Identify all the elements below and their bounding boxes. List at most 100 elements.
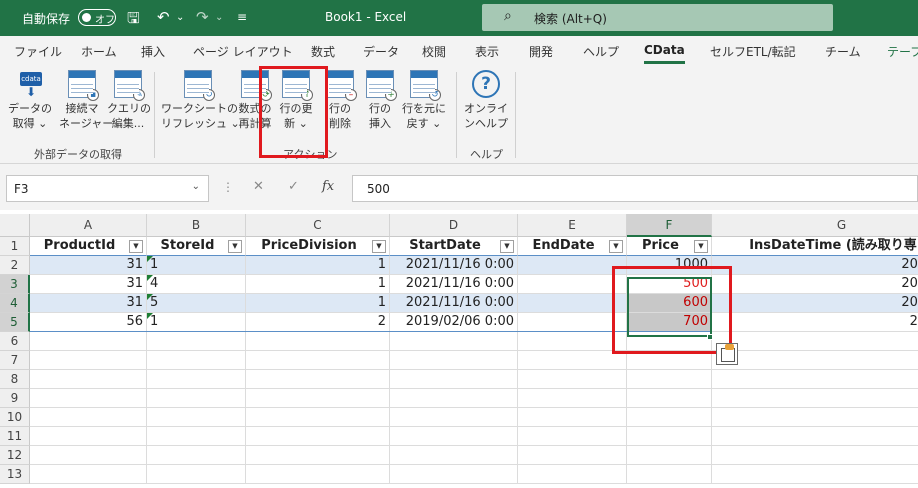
empty-cell[interactable]	[627, 446, 712, 465]
tab-help[interactable]: ヘルプ	[583, 43, 619, 60]
spreadsheet-grid[interactable]: A B C D E F G 1 2 3 4 5 6 7 8 9 10 11 12 13 ProductId ▼ StoreI…	[0, 214, 918, 488]
formula-input[interactable]: 500	[352, 175, 918, 202]
undo-dropdown-icon[interactable]: ⌄	[176, 12, 184, 23]
tab-insert[interactable]: 挿入	[141, 43, 165, 60]
empty-cell[interactable]	[30, 370, 147, 389]
empty-cell[interactable]	[627, 389, 712, 408]
empty-cell[interactable]	[518, 465, 627, 484]
row-header-1[interactable]: 1	[0, 237, 30, 256]
enter-icon[interactable]: ✓	[288, 179, 299, 194]
empty-cell[interactable]	[712, 332, 918, 351]
table-header-cell[interactable]: StoreId ▼	[147, 237, 246, 256]
row-header-3[interactable]: 3	[0, 275, 30, 294]
empty-cell[interactable]	[390, 351, 518, 370]
empty-cell[interactable]	[30, 389, 147, 408]
table-header-cell[interactable]: ProductId ▼	[30, 237, 147, 256]
empty-cell[interactable]	[30, 351, 147, 370]
tab-team[interactable]: チーム	[825, 43, 861, 60]
empty-cell[interactable]	[246, 408, 390, 427]
empty-cell[interactable]	[147, 446, 246, 465]
tab-self-etl[interactable]: セルフETL/転記	[710, 43, 796, 60]
row-header-11[interactable]: 11	[0, 427, 30, 446]
redo-icon[interactable]: ↷	[196, 8, 209, 26]
tab-data[interactable]: データ	[363, 43, 399, 60]
empty-cell[interactable]	[712, 446, 918, 465]
tab-developer[interactable]: 開発	[529, 43, 553, 60]
row-header-2[interactable]: 2	[0, 256, 30, 275]
filter-dropdown-icon[interactable]: ▼	[500, 240, 514, 253]
table-cell[interactable]: 2021/11/1	[712, 275, 918, 294]
table-header-cell[interactable]: Price ▼	[627, 237, 712, 256]
worksheet-refresh-button[interactable]: ↻ ワークシートの リフレッシュ ⌄	[161, 70, 240, 131]
tab-review[interactable]: 校閲	[422, 43, 446, 60]
get-data-button[interactable]: cdata ⬇ データの 取得 ⌄	[8, 70, 52, 131]
row-header-12[interactable]: 12	[0, 446, 30, 465]
search-box[interactable]: ⌕ 検索 (Alt+Q)	[482, 4, 833, 31]
empty-cell[interactable]	[518, 427, 627, 446]
empty-cell[interactable]	[147, 389, 246, 408]
table-header-cell[interactable]: StartDate ▼	[390, 237, 518, 256]
empty-cell[interactable]	[246, 465, 390, 484]
empty-cell[interactable]	[30, 446, 147, 465]
more-options-icon[interactable]: ⋮	[222, 180, 234, 194]
empty-cell[interactable]	[246, 332, 390, 351]
empty-cell[interactable]	[147, 332, 246, 351]
empty-cell[interactable]	[712, 465, 918, 484]
row-header-5[interactable]: 5	[0, 313, 30, 332]
empty-cell[interactable]	[390, 370, 518, 389]
row-header-4[interactable]: 4	[0, 294, 30, 313]
empty-cell[interactable]	[390, 408, 518, 427]
insert-row-button[interactable]: + 行の 挿入	[362, 70, 398, 131]
empty-cell[interactable]	[147, 427, 246, 446]
row-header-10[interactable]: 10	[0, 408, 30, 427]
empty-cell[interactable]	[390, 446, 518, 465]
column-header-e[interactable]: E	[518, 214, 627, 237]
empty-cell[interactable]	[246, 446, 390, 465]
connection-manager-button[interactable]: ▪ 接続マ ネージャー	[59, 70, 113, 131]
save-icon[interactable]: 🖫	[127, 8, 140, 33]
empty-cell[interactable]	[518, 370, 627, 389]
empty-cell[interactable]	[30, 332, 147, 351]
empty-cell[interactable]	[518, 351, 627, 370]
chevron-down-icon[interactable]: ⌄	[192, 181, 200, 192]
table-header-cell[interactable]: EndDate ▼	[518, 237, 627, 256]
insert-function-icon[interactable]: fx	[322, 179, 334, 194]
quick-analysis-icon[interactable]	[716, 343, 738, 365]
empty-cell[interactable]	[246, 370, 390, 389]
column-header-d[interactable]: D	[390, 214, 518, 237]
column-header-f[interactable]: F	[627, 214, 712, 237]
tab-formulas[interactable]: 数式	[311, 43, 335, 60]
empty-cell[interactable]	[30, 465, 147, 484]
revert-row-button[interactable]: ↺ 行を元に 戻す ⌄	[401, 70, 447, 131]
tab-table[interactable]: テーブ	[887, 43, 918, 60]
empty-cell[interactable]	[390, 389, 518, 408]
column-header-c[interactable]: C	[246, 214, 390, 237]
column-header-b[interactable]: B	[147, 214, 246, 237]
empty-cell[interactable]	[712, 370, 918, 389]
table-cell[interactable]: 2021/11/1	[712, 256, 918, 275]
filter-dropdown-icon[interactable]: ▼	[609, 240, 623, 253]
empty-cell[interactable]	[246, 351, 390, 370]
empty-cell[interactable]	[390, 332, 518, 351]
autosave-toggle[interactable]: オフ	[78, 9, 116, 26]
empty-cell[interactable]	[518, 389, 627, 408]
empty-cell[interactable]	[30, 427, 147, 446]
empty-cell[interactable]	[627, 370, 712, 389]
empty-cell[interactable]	[518, 446, 627, 465]
row-header-8[interactable]: 8	[0, 370, 30, 389]
tab-home[interactable]: ホーム	[81, 43, 117, 60]
empty-cell[interactable]	[518, 408, 627, 427]
cancel-icon[interactable]: ✕	[253, 179, 264, 194]
empty-cell[interactable]	[390, 427, 518, 446]
empty-cell[interactable]	[518, 332, 627, 351]
row-header-7[interactable]: 7	[0, 351, 30, 370]
empty-cell[interactable]	[627, 408, 712, 427]
name-box[interactable]: F3 ⌄	[6, 175, 209, 202]
empty-cell[interactable]	[147, 351, 246, 370]
online-help-button[interactable]: ? オンライ ンヘルプ	[463, 70, 509, 131]
table-cell[interactable]: 2019/09/	[712, 313, 918, 332]
column-header-a[interactable]: A	[30, 214, 147, 237]
empty-cell[interactable]	[712, 427, 918, 446]
redo-dropdown-icon[interactable]: ⌄	[215, 12, 223, 23]
empty-cell[interactable]	[147, 465, 246, 484]
